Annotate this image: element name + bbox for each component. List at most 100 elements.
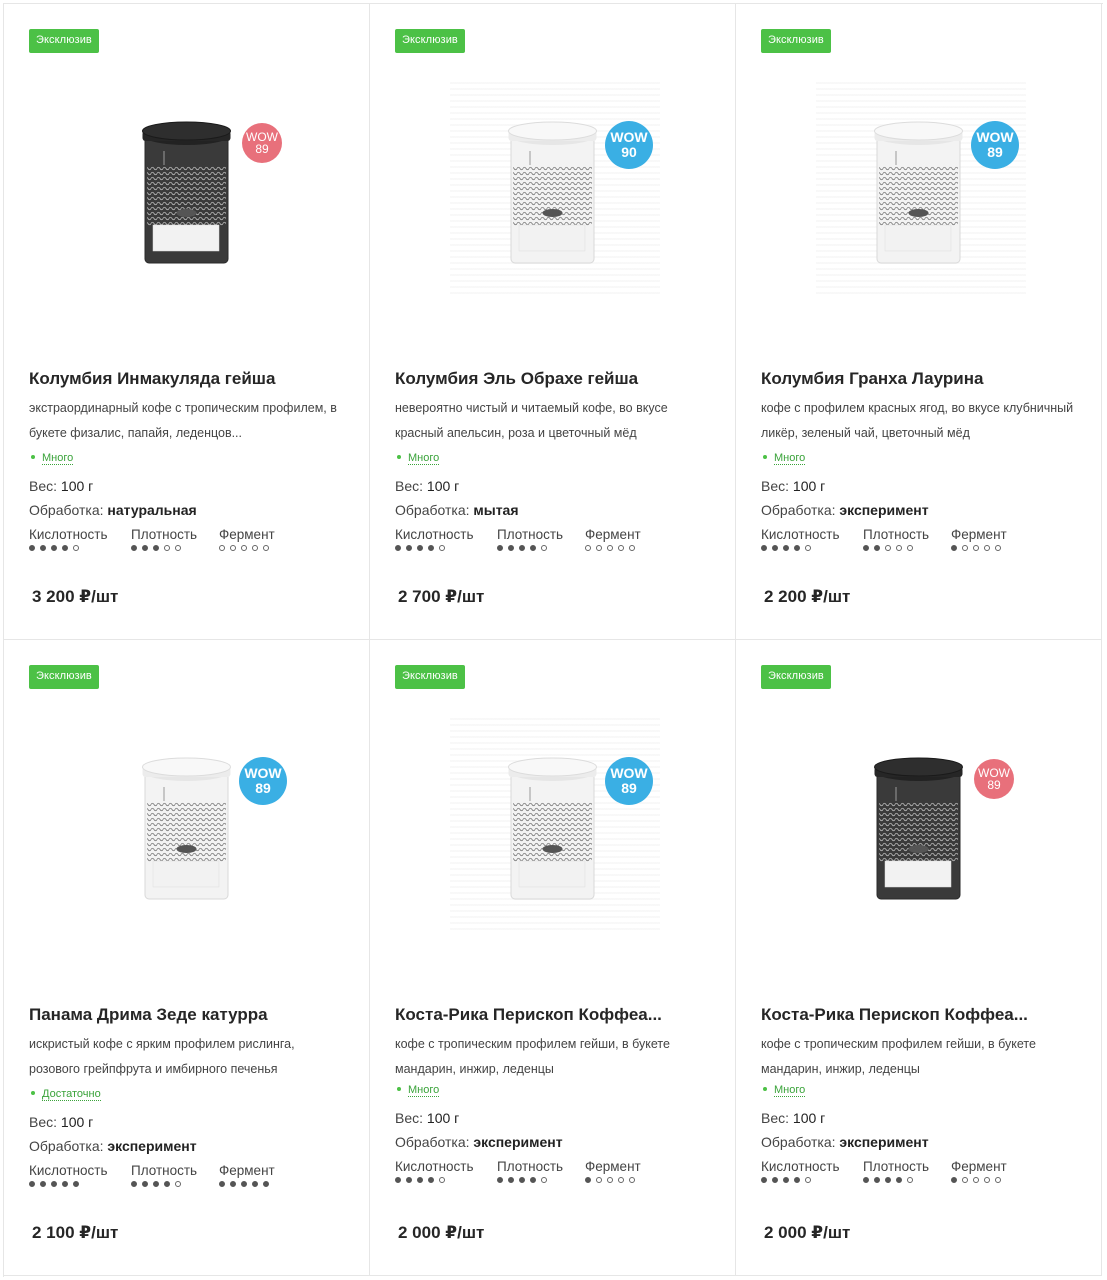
- processing-row: Обработка: натуральная: [29, 502, 197, 518]
- rating-dot: [263, 545, 269, 551]
- ferment-label: Фермент: [951, 527, 1007, 542]
- acidity-metric: Кислотность: [29, 527, 115, 551]
- rating-dot: [417, 1177, 423, 1183]
- rating-dot: [175, 545, 181, 551]
- rating-dot: [805, 1177, 811, 1183]
- product-card[interactable]: Эксклюзив WOW 89 Панама Дрима Зеде катур…: [4, 640, 370, 1276]
- product-title[interactable]: Коста-Рика Перископ Коффеа...: [761, 1005, 1081, 1025]
- rating-dot: [230, 1181, 236, 1187]
- rating-dot: [863, 545, 869, 551]
- product-title[interactable]: Колумбия Гранха Лаурина: [761, 369, 1081, 389]
- stock-dot-icon: [31, 1091, 35, 1096]
- wow-score: 89: [987, 778, 1001, 792]
- ferment-label: Фермент: [219, 527, 275, 542]
- coffee-can-image: [142, 757, 231, 900]
- ferment-rating: [219, 545, 275, 551]
- product-description: кофе с профилем красных ягод, во вкусе к…: [761, 401, 1074, 440]
- stock-dot-icon: [397, 455, 401, 460]
- exclusive-badge: Эксклюзив: [29, 665, 99, 689]
- weight-value: 100 г: [426, 478, 460, 494]
- rating-dot: [175, 1181, 181, 1187]
- rating-dot: [497, 1177, 503, 1183]
- density-rating: [863, 1177, 935, 1183]
- rating-dot: [607, 545, 613, 551]
- rating-dot: [131, 1181, 137, 1187]
- rating-dot: [984, 545, 990, 551]
- product-title[interactable]: Панама Дрима Зеде катурра: [29, 1005, 349, 1025]
- stock-label[interactable]: Много: [774, 1084, 806, 1097]
- rating-dot: [874, 1177, 880, 1183]
- product-image[interactable]: WOW 89: [84, 715, 294, 930]
- wow-score: 90: [621, 144, 637, 160]
- acidity-label: Кислотность: [29, 527, 108, 542]
- stock-status[interactable]: Достаточно: [29, 1088, 101, 1101]
- stock-status[interactable]: Много: [761, 1084, 806, 1097]
- exclusive-badge: Эксклюзив: [761, 665, 831, 689]
- rating-dot: [29, 1181, 35, 1187]
- processing-value: эксперимент: [107, 1138, 197, 1154]
- stock-label[interactable]: Много: [408, 1084, 440, 1097]
- density-label: Плотность: [131, 527, 198, 542]
- density-rating: [497, 545, 569, 551]
- density-label: Плотность: [497, 1159, 564, 1174]
- wow-label: WOW: [244, 765, 282, 781]
- weight-row: Вес: 100 г: [395, 1110, 459, 1126]
- product-title[interactable]: Колумбия Эль Обрахе гейша: [395, 369, 715, 389]
- rating-dot: [863, 1177, 869, 1183]
- product-card[interactable]: Эксклюзив WOW 89 Коста-Рика Перископ Коф…: [736, 640, 1102, 1276]
- rating-dot: [142, 1181, 148, 1187]
- density-metric: Плотность: [131, 1163, 203, 1187]
- weight-label: Вес:: [395, 1110, 424, 1126]
- product-description: невероятно чистый и читаемый кофе, во вк…: [395, 401, 668, 440]
- stock-dot-icon: [31, 455, 35, 460]
- product-image[interactable]: WOW 89: [450, 715, 660, 930]
- stock-status[interactable]: Много: [395, 1084, 440, 1097]
- rating-dot: [885, 545, 891, 551]
- rating-dot: [907, 545, 913, 551]
- weight-row: Вес: 100 г: [761, 478, 825, 494]
- wow-score: 89: [255, 780, 271, 796]
- product-title[interactable]: Коста-Рика Перископ Коффеа...: [395, 1005, 715, 1025]
- acidity-metric: Кислотность: [29, 1163, 115, 1187]
- rating-dot: [406, 545, 412, 551]
- product-description: экстраординарный кофе с тропическим проф…: [29, 401, 337, 440]
- product-image[interactable]: WOW 90: [450, 79, 660, 294]
- stock-status[interactable]: Много: [761, 452, 806, 465]
- stock-status[interactable]: Много: [29, 452, 74, 465]
- weight-label: Вес:: [761, 478, 790, 494]
- product-card[interactable]: Эксклюзив WOW 89 Колумбия Инмакуляда гей…: [4, 4, 370, 640]
- product-price: 2 700 ₽/шт: [398, 587, 485, 606]
- stock-label[interactable]: Достаточно: [42, 1088, 101, 1101]
- ferment-label: Фермент: [585, 527, 641, 542]
- rating-dot: [51, 545, 57, 551]
- product-image[interactable]: WOW 89: [816, 715, 1026, 930]
- density-label: Плотность: [131, 1163, 198, 1178]
- rating-dot: [164, 1181, 170, 1187]
- rating-dot: [761, 545, 767, 551]
- acidity-label: Кислотность: [761, 1159, 840, 1174]
- stock-label[interactable]: Много: [408, 452, 440, 465]
- exclusive-badge: Эксклюзив: [29, 29, 99, 53]
- density-label: Плотность: [863, 1159, 930, 1174]
- weight-row: Вес: 100 г: [29, 1114, 93, 1130]
- product-image[interactable]: WOW 89: [84, 79, 294, 294]
- product-title[interactable]: Колумбия Инмакуляда гейша: [29, 369, 349, 389]
- rating-dot: [439, 545, 445, 551]
- rating-dot: [428, 1177, 434, 1183]
- stock-label[interactable]: Много: [42, 452, 74, 465]
- stock-dot-icon: [397, 1087, 401, 1092]
- product-image[interactable]: WOW 89: [816, 79, 1026, 294]
- stock-status[interactable]: Много: [395, 452, 440, 465]
- wow-score-badge: WOW 90: [605, 121, 653, 169]
- stock-dot-icon: [763, 1087, 767, 1092]
- acidity-rating: [29, 1181, 115, 1187]
- rating-dot: [951, 1177, 957, 1183]
- stock-label[interactable]: Много: [774, 452, 806, 465]
- processing-label: Обработка:: [29, 502, 104, 518]
- product-card[interactable]: Эксклюзив WOW 89 Коста-Рика Перископ Коф…: [370, 640, 736, 1276]
- product-card[interactable]: Эксклюзив WOW 89 Колумбия Гранха Лаурина…: [736, 4, 1102, 640]
- density-rating: [863, 545, 935, 551]
- weight-value: 100 г: [792, 1110, 826, 1126]
- ferment-label: Фермент: [219, 1163, 275, 1178]
- product-card[interactable]: Эксклюзив WOW 90 Колумбия Эль Обрахе гей…: [370, 4, 736, 640]
